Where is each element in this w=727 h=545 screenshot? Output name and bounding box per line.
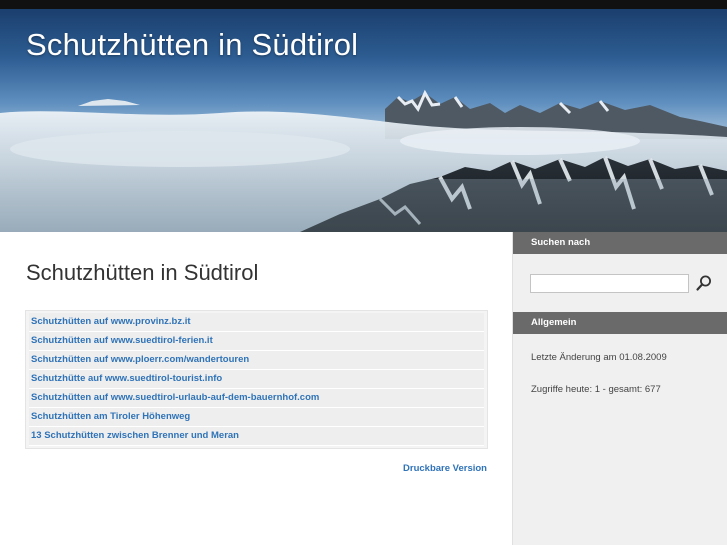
list-item: Schutzhütte auf www.suedtirol-tourist.in… (29, 370, 484, 389)
top-bar (0, 0, 727, 9)
list-item: Schutzhütten auf www.ploerr.com/wanderto… (29, 351, 484, 370)
page-title: Schutzhütten in Südtirol (26, 260, 259, 285)
site-title: Schutzhütten in Südtirol (26, 27, 359, 62)
general-header: Allgemein (513, 312, 727, 334)
header-banner: Schutzhütten in Südtirol (0, 9, 727, 232)
search-box (513, 254, 727, 312)
sidebar: Suchen nach Allgemein Letzte Änderung am… (512, 232, 727, 545)
search-header: Suchen nach (513, 232, 727, 254)
main-content: Schutzhütten in Südtirol Schutzhütten au… (0, 232, 512, 545)
list-item: 13 Schutzhütten zwischen Brenner und Mer… (29, 427, 484, 446)
list-item: Schutzhütten auf www.suedtirol-urlaub-au… (29, 389, 484, 408)
search-input[interactable] (530, 274, 689, 293)
link-suedtirol-tourist[interactable]: Schutzhütte auf www.suedtirol-tourist.in… (31, 373, 222, 384)
link-list: Schutzhütten auf www.provinz.bz.it Schut… (25, 310, 488, 449)
link-ploerr[interactable]: Schutzhütten auf www.ploerr.com/wanderto… (31, 354, 249, 365)
list-item: Schutzhütten auf www.provinz.bz.it (29, 313, 484, 332)
link-tiroler-hoehenweg[interactable]: Schutzhütten am Tiroler Höhenweg (31, 411, 190, 422)
visit-counter: Zugriffe heute: 1 - gesamt: 677 (531, 384, 661, 395)
printable-version-link[interactable]: Druckbare Version (403, 463, 487, 474)
search-button[interactable] (693, 272, 715, 294)
last-change-text: Letzte Änderung am 01.08.2009 (531, 352, 667, 363)
list-item: Schutzhütten am Tiroler Höhenweg (29, 408, 484, 427)
link-bauernhof[interactable]: Schutzhütten auf www.suedtirol-urlaub-au… (31, 392, 319, 403)
link-suedtirol-ferien[interactable]: Schutzhütten auf www.suedtirol-ferien.it (31, 335, 213, 346)
list-item: Schutzhütten auf www.suedtirol-ferien.it (29, 332, 484, 351)
link-brenner-meran[interactable]: 13 Schutzhütten zwischen Brenner und Mer… (31, 430, 239, 441)
link-provinz[interactable]: Schutzhütten auf www.provinz.bz.it (31, 316, 191, 327)
magnifier-icon (696, 275, 711, 291)
